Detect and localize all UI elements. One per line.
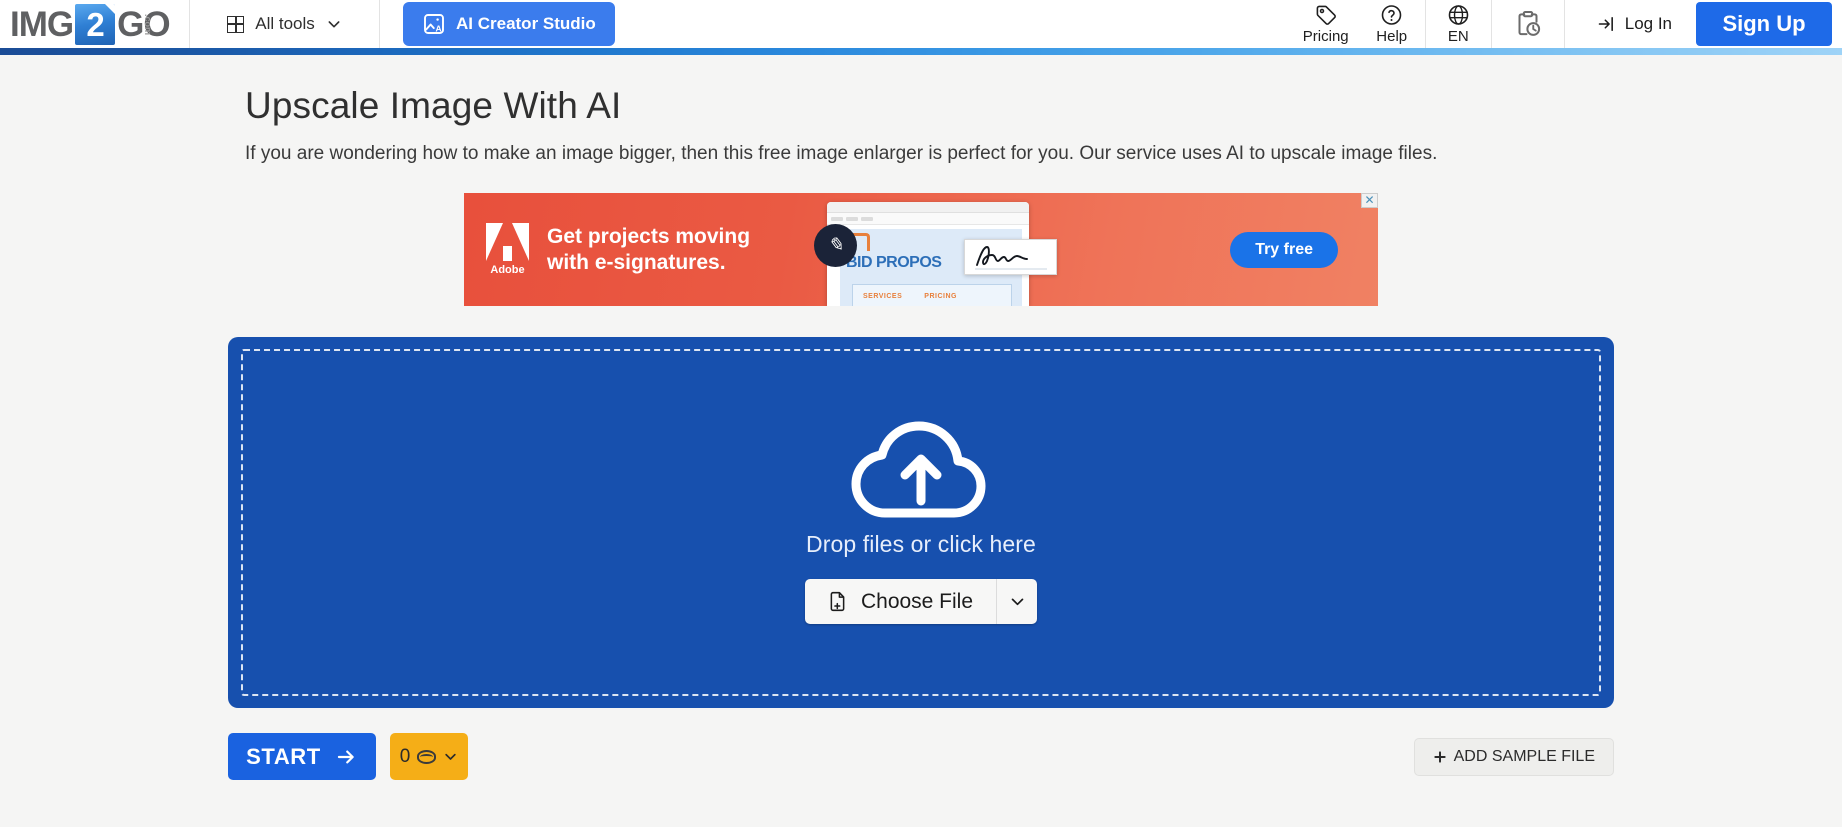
ad-doc-nav-item: PRICING bbox=[924, 292, 957, 300]
chevron-down-icon bbox=[328, 21, 340, 28]
ad-doc-nav: SERVICES PRICING bbox=[852, 284, 1012, 306]
chevron-down-icon bbox=[445, 753, 456, 760]
advertisement-banner[interactable]: Adobe Get projects moving with e-signatu… bbox=[464, 193, 1378, 306]
ad-close-icon[interactable]: ✕ bbox=[1361, 193, 1378, 208]
help-label: Help bbox=[1376, 28, 1408, 45]
ad-headline: Get projects moving with e-signatures. bbox=[547, 224, 750, 276]
login-label: Log In bbox=[1624, 14, 1672, 33]
job-history-button[interactable] bbox=[1490, 0, 1565, 48]
choose-file-label: Choose File bbox=[860, 589, 974, 613]
language-label: EN bbox=[1447, 28, 1469, 45]
tag-icon bbox=[1316, 5, 1336, 25]
gradient-divider bbox=[0, 48, 1842, 55]
grid-icon bbox=[227, 15, 245, 33]
ad-toolbar-stub bbox=[831, 216, 843, 221]
logo-text-img: IMG bbox=[10, 4, 74, 44]
header-spacer bbox=[615, 0, 1293, 48]
choose-file-group: Choose File bbox=[804, 579, 1038, 624]
adobe-a-mark bbox=[486, 223, 529, 261]
plus-icon bbox=[1433, 750, 1446, 763]
ad-doc-nav-item: SERVICES bbox=[863, 292, 903, 300]
ad-browser-titlebar bbox=[827, 202, 1029, 213]
dropzone-label: Drop files or click here bbox=[806, 531, 1036, 557]
header-utility-group: Pricing Help EN bbox=[1293, 0, 1565, 48]
signature-card bbox=[964, 239, 1057, 275]
page-title: Upscale Image With AI bbox=[245, 85, 622, 126]
pricing-label: Pricing bbox=[1302, 28, 1349, 45]
main-content: Upscale Image With AI If you are wonderi… bbox=[0, 85, 1842, 780]
all-tools-menu[interactable]: All tools bbox=[190, 0, 380, 48]
add-sample-file-button[interactable]: ADD SAMPLE FILE bbox=[1413, 737, 1614, 776]
signup-button[interactable]: Sign Up bbox=[1696, 2, 1832, 46]
credits-button[interactable]: 0 bbox=[390, 733, 468, 780]
question-circle-icon bbox=[1381, 5, 1402, 25]
ad-toolbar-stub bbox=[861, 216, 873, 221]
login-arrow-icon bbox=[1598, 16, 1613, 32]
site-header: IMG 2 GO .com All tools AI AI Creator St… bbox=[0, 0, 1842, 48]
ad-toolbar-stub bbox=[846, 216, 858, 221]
globe-icon bbox=[1448, 5, 1469, 25]
pricing-link[interactable]: Pricing bbox=[1293, 0, 1359, 48]
action-bar: START 0 ADD SAMPLE FILE bbox=[228, 733, 1614, 780]
signature-badge-icon: ✎ bbox=[814, 224, 857, 267]
dropzone-content: Drop files or click here Choose File bbox=[804, 421, 1038, 624]
ad-headline-line2: with e-signatures. bbox=[547, 250, 726, 274]
adobe-a-bar bbox=[503, 246, 512, 261]
arrow-right-icon bbox=[337, 750, 354, 763]
login-button[interactable]: Log In bbox=[1565, 14, 1696, 34]
ad-browser-toolbar bbox=[827, 213, 1029, 225]
start-label: START bbox=[246, 743, 321, 769]
all-tools-label: All tools bbox=[255, 14, 315, 33]
page-description: If you are wondering how to make an imag… bbox=[245, 143, 1438, 164]
ad-cta-button[interactable]: Try free bbox=[1230, 231, 1338, 268]
cloud-upload-icon bbox=[851, 421, 986, 518]
logo-domain-suffix: .com bbox=[142, 13, 153, 35]
site-logo[interactable]: IMG 2 GO .com bbox=[10, 3, 171, 45]
adobe-logo: Adobe bbox=[486, 223, 529, 276]
ad-doc-title: BID PROPOS bbox=[846, 254, 942, 271]
logo-badge-two: 2 bbox=[75, 3, 116, 45]
start-button[interactable]: START bbox=[228, 733, 376, 780]
language-selector[interactable]: EN bbox=[1424, 0, 1491, 48]
handwritten-signature-icon bbox=[974, 246, 1047, 270]
ai-image-icon: AI bbox=[424, 14, 445, 34]
help-link[interactable]: Help bbox=[1359, 0, 1425, 48]
file-plus-icon bbox=[830, 591, 845, 612]
clipboard-clock-icon bbox=[1518, 11, 1540, 36]
choose-file-button[interactable]: Choose File bbox=[805, 579, 998, 624]
choose-file-dropdown-toggle[interactable] bbox=[997, 579, 1037, 624]
file-dropzone[interactable]: Drop files or click here Choose File bbox=[228, 337, 1614, 708]
svg-text:AI: AI bbox=[436, 23, 445, 33]
chevron-down-icon bbox=[1011, 598, 1023, 606]
ai-creator-studio-button[interactable]: AI AI Creator Studio bbox=[403, 2, 615, 46]
advertisement-container: ✕ Adobe Get projects moving with e-signa… bbox=[464, 193, 1378, 306]
coin-icon bbox=[417, 749, 437, 764]
credits-value: 0 bbox=[399, 745, 411, 767]
ad-headline-line1: Get projects moving bbox=[547, 224, 751, 248]
adobe-brand-label: Adobe bbox=[490, 264, 525, 276]
add-sample-file-label: ADD SAMPLE FILE bbox=[1453, 747, 1595, 765]
ai-creator-studio-label: AI Creator Studio bbox=[456, 14, 596, 33]
logo-cell[interactable]: IMG 2 GO .com bbox=[0, 0, 190, 48]
